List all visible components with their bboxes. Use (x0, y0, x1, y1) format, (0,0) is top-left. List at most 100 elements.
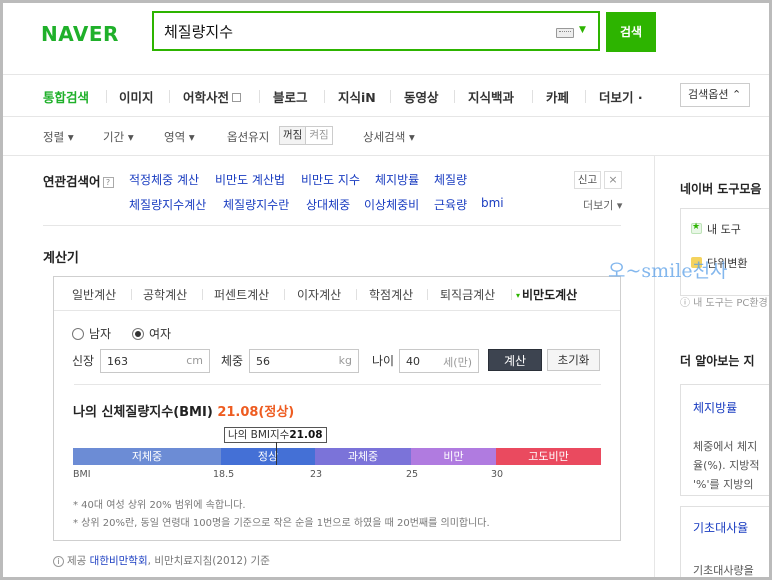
related-link[interactable]: 체질량 (434, 171, 467, 188)
search-input[interactable]: 체질량지수 (164, 21, 544, 43)
calculator-divider (74, 384, 601, 385)
age-unit: 세(만) (443, 356, 472, 369)
bmi-segment-overweight: 과체중 (315, 448, 411, 465)
search-options-button[interactable]: 검색옵션 ⌃ (680, 83, 750, 107)
source-org-link[interactable]: 대한비만학회 (90, 555, 148, 567)
sort-dropdown[interactable]: 정렬 ▾ (43, 129, 74, 145)
info-icon: i (53, 556, 64, 567)
bmi-calculator: 일반계산 공학계산 퍼센트계산 이자계산 학점계산 퇴직금계산 ▾ 비만도계산 남… (53, 276, 621, 541)
related-link[interactable]: 체질량지수계산 (129, 196, 206, 213)
calculate-button[interactable]: 계산 (488, 349, 542, 371)
close-icon[interactable]: × (604, 171, 622, 189)
bmi-tick-label: BMI (73, 469, 91, 480)
naver-logo[interactable]: NAVER (41, 22, 119, 46)
info-card[interactable]: 체지방률 체중에서 체지 율(%). 지방적 '%'를 지방의 (680, 384, 769, 496)
tab-cafe[interactable]: 카페 (546, 87, 569, 106)
bmi-result-value: 21.08(정상) (217, 405, 295, 420)
height-field[interactable]: 163 cm (100, 349, 210, 373)
gender-male-radio[interactable]: 남자 (72, 325, 111, 342)
bmi-tooltip-value: 21.08 (289, 429, 323, 441)
search-box[interactable]: 체질량지수 ▼ (152, 11, 600, 51)
keyboard-icon[interactable] (556, 28, 574, 38)
info-card-text: 기초대사량을 (693, 564, 754, 577)
section-divider (43, 225, 621, 226)
tab-separator (259, 90, 260, 103)
weight-field[interactable]: 56 kg (249, 349, 359, 373)
bmi-scale-bar: 저체중 정상 과체중 비만 고도비만 (73, 448, 601, 465)
report-button[interactable]: 신고 (574, 171, 601, 189)
browser-frame: NAVER 체질량지수 ▼ 검색 통합검색 이미지 어학사전 블로그 지식iN … (0, 0, 772, 580)
source-line: i 제공 대한비만학회, 비만치료지침(2012) 기준 (53, 553, 270, 568)
right-panel: 네이버 도구모음 내 도구 단위변환 ⓘ 내 도구는 PC환경 더 알아보는 지… (654, 156, 769, 577)
tab-integrated[interactable]: 통합검색 (43, 87, 89, 106)
tab-blog[interactable]: 블로그 (273, 87, 308, 106)
weight-value: 56 (256, 355, 270, 368)
bmi-segment-obese: 비만 (411, 448, 496, 465)
star-icon (691, 222, 702, 234)
weight-unit: kg (338, 354, 352, 367)
tab-separator (585, 90, 586, 103)
tab-separator (427, 289, 428, 300)
weight-label: 체중 (221, 354, 244, 368)
toggle-off-option[interactable]: 꺼짐 (280, 127, 307, 144)
age-field[interactable]: 40 세(만) (399, 349, 479, 373)
tab-separator (532, 90, 533, 103)
source-prefix: 제공 (67, 555, 87, 567)
tab-separator (511, 289, 512, 300)
calc-tab-bmi-label: 비만도계산 (522, 288, 578, 302)
bmi-segment-normal: 정상 (221, 448, 315, 465)
tab-images[interactable]: 이미지 (119, 87, 154, 106)
related-link[interactable]: 이상체중비 (364, 196, 419, 213)
related-link[interactable]: 체지방률 (375, 171, 419, 188)
related-link[interactable]: 비만도 지수 (301, 171, 360, 188)
calc-tab-interest[interactable]: 이자계산 (297, 286, 341, 303)
tab-separator (169, 90, 170, 103)
my-tools-item[interactable]: 내 도구 (691, 221, 741, 237)
related-link[interactable]: bmi (481, 196, 504, 210)
chevron-down-icon[interactable]: ▼ (579, 25, 586, 35)
bmi-tick-label: 23 (310, 469, 323, 480)
tab-kin[interactable]: 지식iN (338, 87, 376, 106)
related-link[interactable]: 적정체중 계산 (129, 171, 199, 188)
calc-tab-engineering[interactable]: 공학계산 (143, 286, 187, 303)
area-dropdown[interactable]: 영역 ▾ (164, 129, 195, 145)
tab-separator (131, 289, 132, 300)
reset-button[interactable]: 초기화 (547, 349, 600, 371)
related-link[interactable]: 상대체중 (306, 196, 350, 213)
search-button[interactable]: 검색 (606, 12, 656, 52)
active-tab-marker: ▾ (516, 291, 521, 300)
tab-separator (390, 90, 391, 103)
tab-encyclopedia[interactable]: 지식백과 (468, 87, 514, 106)
info-card-title[interactable]: 체지방률 (693, 399, 737, 416)
tab-dictionary[interactable]: 어학사전 (183, 87, 242, 106)
help-icon[interactable]: ? (102, 177, 114, 188)
my-tools-label: 내 도구 (707, 223, 741, 236)
tab-more[interactable]: 더보기 · (599, 87, 643, 106)
tab-dictionary-label: 어학사전 (183, 90, 230, 105)
info-card[interactable]: 기초대사율 기초대사량을 (680, 506, 769, 577)
info-card-title[interactable]: 기초대사율 (693, 519, 748, 536)
calc-tab-general[interactable]: 일반계산 (72, 286, 116, 303)
related-link[interactable]: 체질량지수란 (223, 196, 289, 213)
calc-tab-grade[interactable]: 학점계산 (369, 286, 413, 303)
tab-separator (454, 90, 455, 103)
detail-search-dropdown[interactable]: 상세검색 ▾ (363, 129, 415, 145)
related-link[interactable]: 근육량 (434, 196, 467, 213)
watermark-text: 오~smile천사 (608, 260, 728, 282)
gender-female-radio[interactable]: 여자 (132, 325, 171, 342)
related-more-button[interactable]: 더보기 ▾ (583, 197, 622, 213)
toggle-on-option[interactable]: 켜짐 (306, 127, 331, 144)
radio-checked-icon (132, 328, 144, 340)
info-card-text: 율(%). 지방적 (693, 459, 760, 472)
calc-tab-percent[interactable]: 퍼센트계산 (214, 286, 269, 303)
option-keep-toggle[interactable]: 꺼짐 켜짐 (279, 126, 333, 145)
calc-tab-bmi[interactable]: ▾ 비만도계산 (516, 286, 577, 303)
tab-video[interactable]: 동영상 (404, 87, 439, 106)
related-link[interactable]: 비만도 계산법 (215, 171, 285, 188)
bmi-tooltip: 나의 BMI지수21.08 (224, 427, 327, 443)
bmi-tick-label: 30 (491, 469, 504, 480)
calc-tab-severance[interactable]: 퇴직금계산 (440, 286, 495, 303)
bmi-tick-label: 25 (406, 469, 419, 480)
period-dropdown[interactable]: 기간 ▾ (103, 129, 134, 145)
bmi-note: * 40대 여성 상위 20% 범위에 속합니다. (73, 500, 246, 511)
